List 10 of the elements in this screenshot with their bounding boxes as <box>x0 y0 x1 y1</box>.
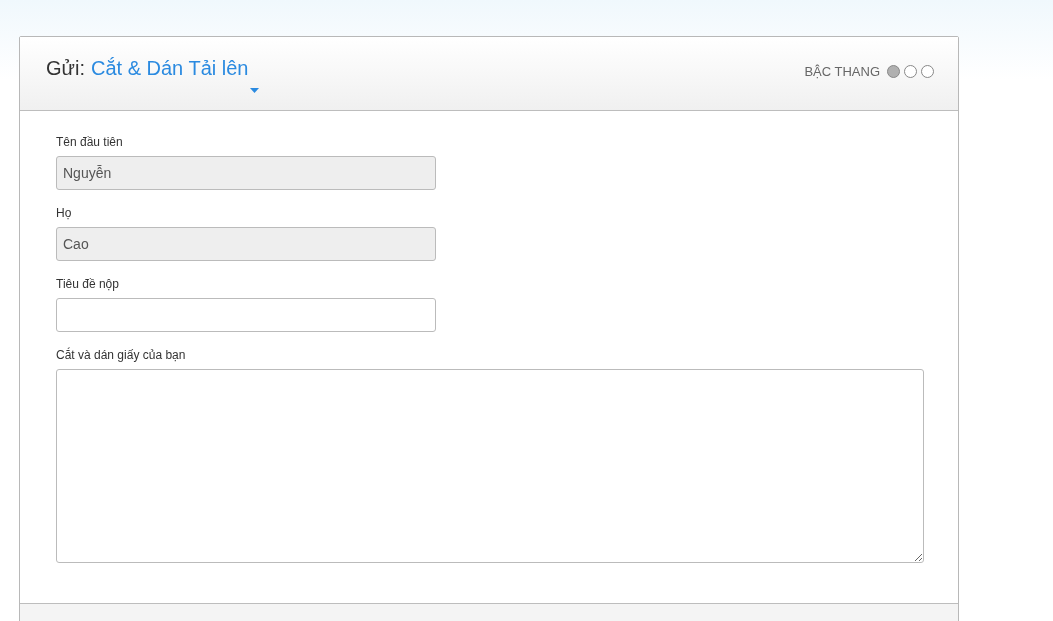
field-label: Cắt và dán giấy của bạn <box>56 348 187 362</box>
text-field[interactable] <box>56 298 436 332</box>
field-label: Tiêu đề nộp <box>56 277 120 291</box>
header-prefix: Gửi: <box>46 57 85 80</box>
field-label: Tên đầu tiên <box>56 135 124 149</box>
paper-text-area[interactable] <box>56 369 924 563</box>
field-label: Họ <box>56 206 73 220</box>
upload-type-title[interactable]: Cắt & Dán Tải lên <box>90 57 249 80</box>
caret-icon[interactable] <box>250 88 260 93</box>
steps-label: BẬC THANG <box>804 64 880 79</box>
